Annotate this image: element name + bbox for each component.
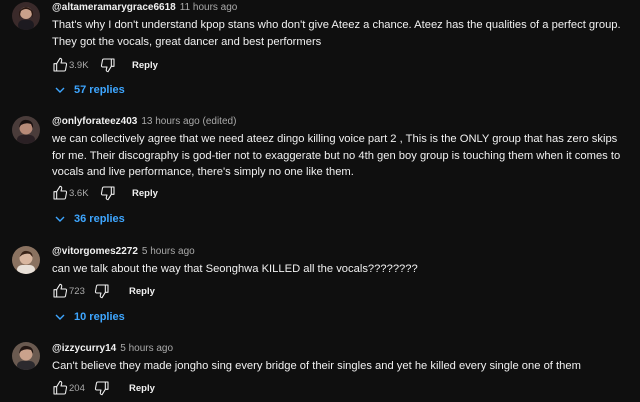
thumbs-up-icon[interactable]	[52, 380, 68, 396]
comment-text: Can't believe they made jongho sing ever…	[52, 360, 581, 372]
reply-button[interactable]: Reply	[132, 60, 158, 71]
avatar[interactable]	[12, 2, 40, 30]
comment-text: can we talk about the way that Seonghwa …	[52, 263, 418, 275]
chevron-down-icon	[55, 87, 65, 93]
comment-timestamp[interactable]: 11 hours ago	[180, 2, 238, 13]
replies-count[interactable]: 36 replies	[74, 213, 125, 225]
thumbs-down-icon[interactable]	[100, 185, 116, 201]
replies-count[interactable]: 10 replies	[74, 311, 125, 323]
like-count: 3.9K	[69, 60, 89, 71]
thumbs-up-icon[interactable]	[52, 185, 68, 201]
comment-thread: @izzycurry14 5 hours ago Can't believe th…	[0, 336, 640, 402]
comment-thread: @onlyforateez403 13 hours ago (edited) we…	[0, 110, 640, 238]
comment-author[interactable]: @izzycurry14	[52, 343, 116, 354]
avatar[interactable]	[12, 342, 40, 370]
replies-count[interactable]: 57 replies	[74, 84, 125, 96]
thumbs-down-icon[interactable]	[94, 283, 110, 299]
comment-header: @onlyforateez403 13 hours ago (edited)	[52, 116, 236, 127]
reply-button[interactable]: Reply	[129, 383, 155, 394]
comment-actions: 3.6K Reply	[52, 185, 192, 201]
thumbs-up-icon[interactable]	[52, 283, 68, 299]
comment-timestamp[interactable]: 5 hours ago	[142, 246, 195, 257]
comment-header: @altameramarygrace6618 11 hours ago	[52, 2, 237, 13]
comment-timestamp[interactable]: 13 hours ago (edited)	[141, 116, 236, 127]
like-count: 723	[69, 286, 85, 297]
avatar[interactable]	[12, 116, 40, 144]
comment-thread: @altameramarygrace6618 11 hours ago That'…	[0, 0, 640, 110]
comment-author[interactable]: @altameramarygrace6618	[52, 2, 176, 13]
thumbs-up-icon[interactable]	[52, 57, 68, 73]
avatar[interactable]	[12, 246, 40, 274]
reply-button[interactable]: Reply	[132, 188, 158, 199]
comment-author[interactable]: @vitorgomes2272	[52, 246, 138, 257]
comment-thread: @vitorgomes2272 5 hours ago can we talk a…	[0, 238, 640, 336]
reply-button[interactable]: Reply	[129, 286, 155, 297]
comment-header: @izzycurry14 5 hours ago	[52, 343, 173, 354]
like-count: 3.6K	[69, 188, 89, 199]
comment-header: @vitorgomes2272 5 hours ago	[52, 246, 195, 257]
comment-actions: 204 Reply	[52, 380, 192, 396]
comment-timestamp[interactable]: 5 hours ago	[120, 343, 173, 354]
chevron-down-icon	[55, 314, 65, 320]
like-count: 204	[69, 383, 85, 394]
comment-author[interactable]: @onlyforateez403	[52, 116, 137, 127]
comment-text: we can collectively agree that we need a…	[52, 133, 621, 178]
thumbs-down-icon[interactable]	[100, 57, 116, 73]
chevron-down-icon	[55, 216, 65, 222]
comment-actions: 723 Reply	[52, 283, 192, 299]
thumbs-down-icon[interactable]	[94, 380, 110, 396]
comment-actions: 3.9K Reply	[52, 57, 192, 73]
comment-text: That's why I don't understand kpop stans…	[52, 19, 621, 48]
